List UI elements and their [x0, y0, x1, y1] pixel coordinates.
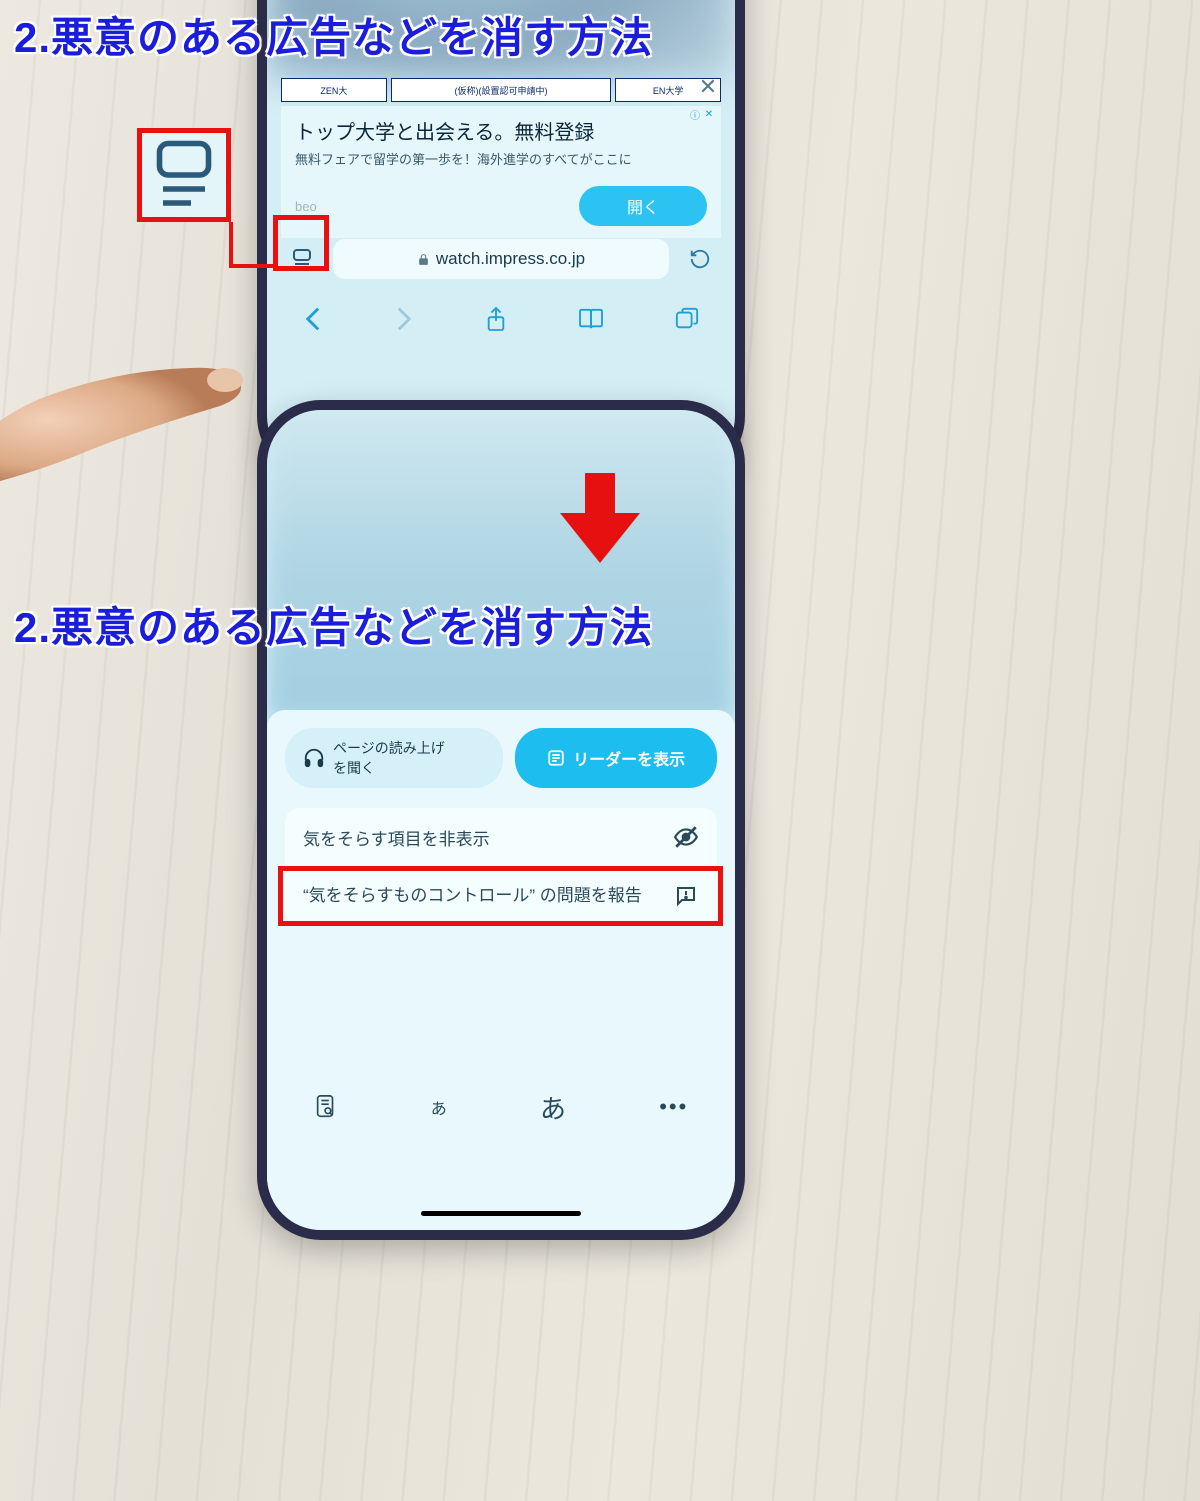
listen-label-line1: ページの読み上げ [333, 738, 445, 758]
ad-tag: ZEN大 [281, 78, 387, 102]
sheet-top-actions: ページの読み上げ を聞く リー [285, 728, 717, 788]
forward-icon [394, 306, 414, 332]
url-field[interactable]: watch.impress.co.jp [333, 239, 669, 279]
phone-frame-bottom: ページの読み上げ を聞く リー [257, 400, 745, 1240]
ad-info-badges[interactable]: ⓘ ✕ [689, 108, 715, 120]
ad-brand: beo [295, 199, 317, 214]
more-options-icon[interactable]: ••• [659, 1094, 688, 1120]
listen-page-button[interactable]: ページの読み上げ を聞く [285, 728, 503, 788]
hide-distractions-item[interactable]: 気をそらす項目を非表示 [285, 808, 717, 867]
share-icon[interactable] [485, 306, 507, 332]
phone-screen-bottom: ページの読み上げ を聞く リー [267, 410, 735, 1230]
safari-url-bar: watch.impress.co.jp [281, 238, 721, 280]
close-ad-icon[interactable]: ✕ [703, 108, 715, 120]
ad-card[interactable]: ⓘ ✕ トップ大学と出会える。無料登録 無料フェアで留学の第一歩を！海外進学のす… [281, 106, 721, 238]
ad-title: トップ大学と出会える。無料登録 [295, 116, 707, 145]
reader-bottom-options: あ あ ••• [267, 1082, 735, 1132]
tabs-icon[interactable] [675, 307, 699, 331]
lock-icon [417, 253, 430, 266]
bookmarks-icon[interactable] [578, 308, 604, 330]
connector-line [229, 222, 233, 268]
back-icon[interactable] [303, 306, 323, 332]
down-arrow-icon [550, 468, 650, 568]
hide-distractions-label: 気をそらす項目を非表示 [303, 830, 490, 849]
info-icon[interactable]: ⓘ [689, 108, 701, 120]
reader-icon-highlight-box [273, 215, 329, 271]
show-reader-button[interactable]: リーダーを表示 [515, 728, 717, 788]
panel-title: 2.悪意のある広告などを消す方法 [14, 4, 653, 65]
home-indicator[interactable] [421, 1211, 581, 1216]
ad-subtitle: 無料フェアで留学の第一歩を！海外進学のすべてがここに [295, 149, 707, 168]
find-on-page-icon[interactable] [314, 1094, 338, 1120]
font-size-small[interactable]: あ [431, 1095, 447, 1119]
reload-icon[interactable] [679, 248, 721, 270]
pointing-finger [0, 300, 260, 500]
reader-options-sheet: ページの読み上げ を聞く リー [267, 710, 735, 1230]
show-reader-label: リーダーを表示 [573, 746, 685, 770]
connector-line [229, 264, 275, 268]
close-icon[interactable]: ✕ [697, 76, 719, 98]
reader-icon [547, 749, 565, 767]
panel-bottom: 2.悪意のある広告などを消す方法 ページの [0, 590, 1200, 1210]
ad-open-button[interactable]: 開く [579, 186, 707, 226]
webpage-content-blurred [267, 410, 735, 720]
font-size-large[interactable]: あ [540, 1089, 566, 1126]
panel-title: 2.悪意のある広告などを消す方法 [14, 594, 653, 655]
url-text: watch.impress.co.jp [436, 249, 585, 269]
hide-distractions-highlight-box [278, 866, 723, 926]
ad-tag: (仮称)(設置認可申請中) [391, 78, 612, 102]
eye-off-icon [673, 824, 699, 850]
ad-banner-strip: ZEN大 (仮称)(設置認可申請中) EN大学 [281, 78, 721, 102]
listen-label-line2: を聞く [333, 758, 445, 778]
headphones-icon [303, 747, 325, 769]
panel-top: 2.悪意のある広告などを消す方法 ZEN大 (仮称)(設置認可申請中) EN大学… [0, 0, 1200, 460]
safari-toolbar [267, 292, 735, 346]
reader-icon-callout-box [137, 128, 231, 222]
